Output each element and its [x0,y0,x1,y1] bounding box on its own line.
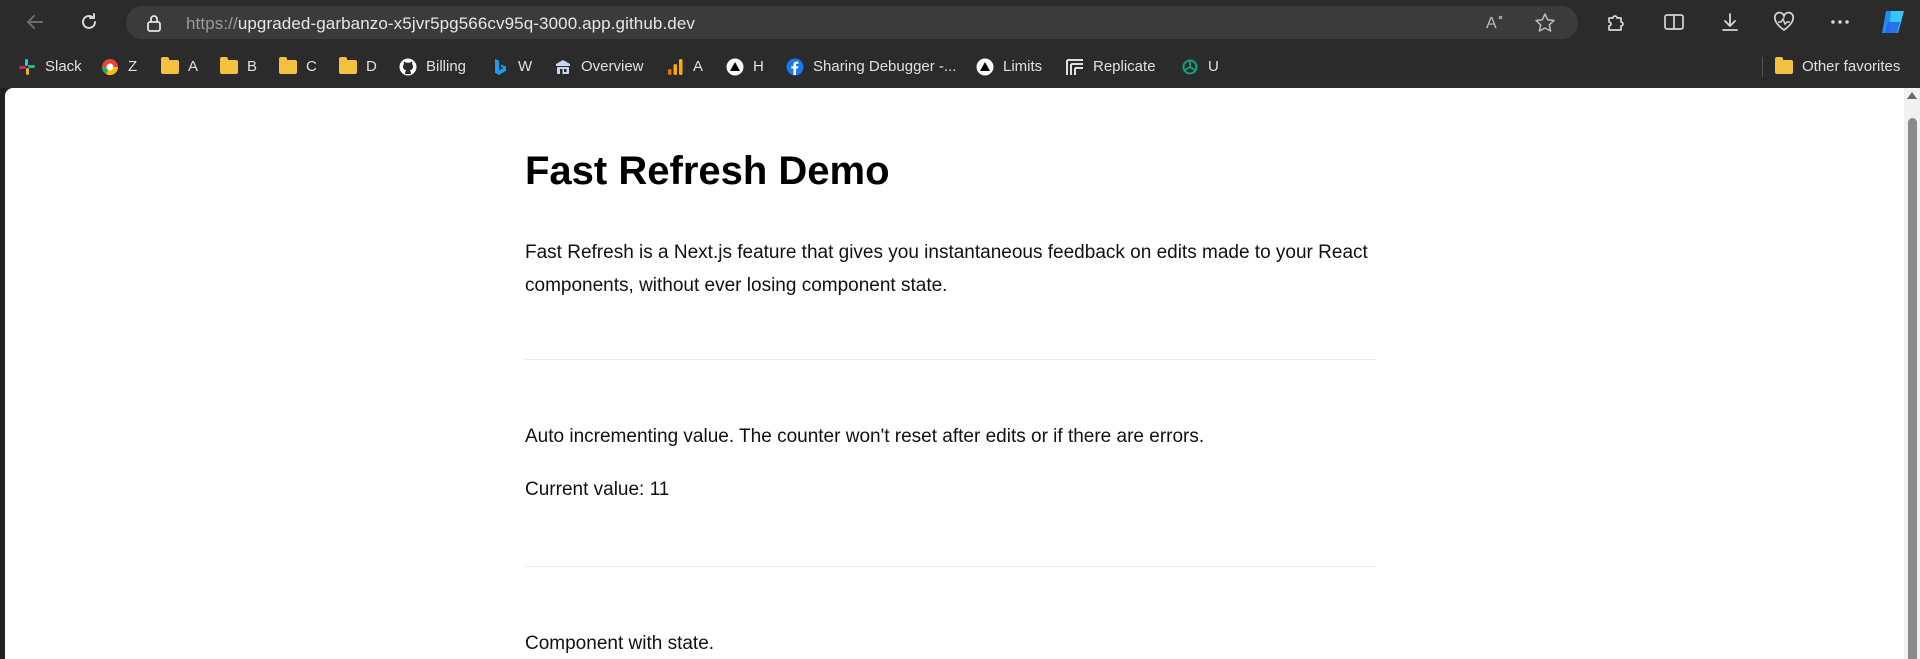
more-options-button[interactable] [1820,2,1860,42]
bookmark-limits[interactable]: Limits [975,45,1042,88]
bookmark-label: A [188,58,199,75]
bookmark-folder-c[interactable]: C [278,45,317,88]
component-state-description: Component with state. [525,633,715,654]
triangle-logo-icon [725,57,745,77]
section-divider [525,566,1376,567]
refresh-button[interactable] [69,2,109,42]
bookmark-analytics[interactable]: A [665,45,703,88]
browser-essentials-button[interactable] [1764,2,1804,42]
triangle-logo-icon [975,57,995,77]
section-divider [525,359,1376,360]
scrollbar-thumb[interactable] [1908,118,1917,659]
scroll-up-arrow-icon[interactable] [1907,92,1917,99]
split-screen-button[interactable] [1654,2,1694,42]
bookmark-h[interactable]: H [725,45,764,88]
url-text[interactable]: https://upgraded-garbanzo-x5jvr5pg566cv9… [186,14,695,34]
page-viewport: Fast Refresh Demo Fast Refresh is a Next… [5,88,1920,659]
page-title: Fast Refresh Demo [525,149,890,193]
folder-icon [1774,56,1794,77]
extensions-button[interactable] [1595,2,1635,42]
analytics-icon [665,57,685,77]
intro-paragraph: Fast Refresh is a Next.js feature that g… [525,242,1368,296]
more-dots-icon [1831,20,1849,24]
bookmark-slack[interactable]: Slack [17,45,82,88]
other-favorites-folder[interactable]: Other favorites [1774,45,1900,88]
browser-toolbar: https://upgraded-garbanzo-x5jvr5pg566cv9… [0,0,1920,45]
bookmark-z[interactable]: Z [100,45,137,88]
puzzle-icon [1608,15,1624,31]
current-value-text: Current value: 11 [525,479,670,500]
heart-pulse-icon [1773,11,1795,32]
bookmark-label: Sharing Debugger -... [813,58,957,75]
bookmark-overview[interactable]: Overview [553,45,644,88]
bookmark-label: D [366,58,377,75]
favorite-star-icon[interactable] [1534,12,1556,39]
bing-icon [490,57,510,77]
bookmark-label: U [1208,58,1219,75]
svg-text:A: A [1486,15,1497,32]
vertical-scrollbar[interactable] [1904,88,1920,659]
bookmark-label: W [518,58,533,75]
bookmark-label: Overview [581,58,644,75]
folder-icon [338,56,358,77]
bookmark-billing[interactable]: Billing [398,45,466,88]
github-icon [398,57,418,77]
address-bar[interactable]: https://upgraded-garbanzo-x5jvr5pg566cv9… [126,6,1578,39]
folder-icon [160,56,180,77]
bookmark-label: A [693,58,704,75]
bookmark-replicate[interactable]: Replicate [1065,45,1156,88]
bookmark-label: B [247,58,258,75]
bookmark-folder-a[interactable]: A [160,45,198,88]
url-scheme: https:// [186,14,238,33]
chrome-app-icon [100,57,120,77]
app-icon [553,57,573,77]
other-favorites-label: Other favorites [1802,58,1901,75]
bookmark-label: H [753,58,764,75]
bookmark-u[interactable]: U [1180,45,1219,88]
bookmark-label: Replicate [1093,58,1156,75]
url-host: upgraded-garbanzo-x5jvr5pg566cv95q-3000.… [237,14,696,33]
bookmark-label: Billing [426,58,467,75]
folder-icon [278,56,298,77]
copilot-button[interactable] [1873,2,1913,42]
bookmarks-divider [1762,57,1763,77]
auto-increment-description: Auto incrementing value. The counter won… [525,426,1205,447]
folder-icon [219,56,239,77]
lock-icon[interactable] [146,14,162,37]
openai-icon [1180,57,1200,77]
split-screen-icon [1664,14,1684,30]
copilot-icon [1882,11,1904,33]
bookmark-label: Limits [1003,58,1043,75]
slack-icon [17,57,37,77]
browser-window: https://upgraded-garbanzo-x5jvr5pg566cv9… [0,0,1920,659]
bookmark-folder-b[interactable]: B [219,45,257,88]
bookmarks-bar: Slack Z A B C D Billing W Overview A H S… [0,45,1920,88]
replicate-icon [1065,57,1085,77]
bookmark-folder-d[interactable]: D [338,45,377,88]
bookmark-label: Z [128,58,138,75]
back-arrow-icon [27,15,43,29]
downloads-button[interactable] [1710,2,1750,42]
back-button[interactable] [15,2,55,42]
refresh-icon [82,13,96,29]
download-icon [1722,13,1738,31]
read-aloud-icon[interactable]: A [1486,12,1508,37]
bookmark-w[interactable]: W [490,45,532,88]
bookmark-sharing-debugger[interactable]: Sharing Debugger -... [785,45,956,88]
bookmark-label: C [306,58,317,75]
bookmark-label: Slack [45,58,82,75]
facebook-icon [785,57,805,77]
